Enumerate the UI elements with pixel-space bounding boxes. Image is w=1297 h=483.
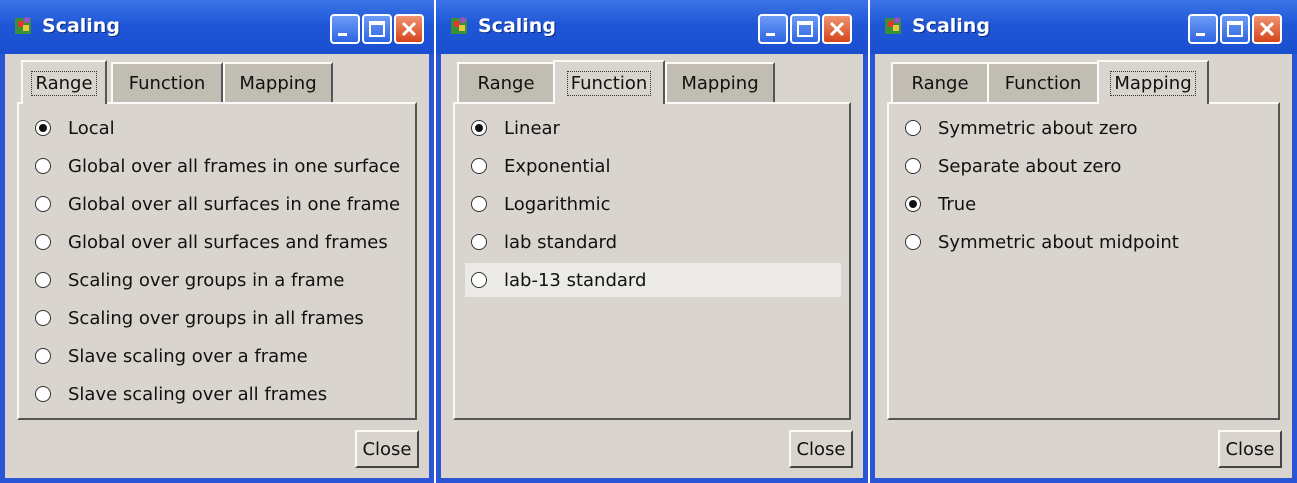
radio-button[interactable] <box>471 158 487 174</box>
tab-function[interactable]: Function <box>987 62 1099 102</box>
radio-button[interactable] <box>35 234 51 250</box>
radio-option[interactable]: Global over all surfaces and frames <box>29 225 407 259</box>
radio-option[interactable]: lab standard <box>465 225 841 259</box>
title-bar[interactable]: Scaling <box>0 0 434 54</box>
close-button[interactable]: Close <box>1218 430 1282 468</box>
radio-option[interactable]: Separate about zero <box>899 149 1270 183</box>
options-panel: Local Global over all frames in one surf… <box>17 102 417 420</box>
minimize-icon <box>1196 33 1205 36</box>
maximize-button[interactable] <box>790 14 820 44</box>
scaling-window-function: Scaling Range Function Mapping Linear Ex… <box>436 0 868 483</box>
minimize-button[interactable] <box>758 14 788 44</box>
tab-mapping[interactable]: Mapping <box>665 62 775 102</box>
radio-button[interactable] <box>471 120 487 136</box>
radio-option[interactable]: Symmetric about midpoint <box>899 225 1270 259</box>
radio-button[interactable] <box>35 272 51 288</box>
radio-option[interactable]: Symmetric about zero <box>899 111 1270 145</box>
scaling-window-range: Scaling Range Function Mapping Local Glo… <box>0 0 434 483</box>
tab-mapping[interactable]: Mapping <box>223 62 333 102</box>
radio-option[interactable]: Logarithmic <box>465 187 841 221</box>
close-button[interactable]: Close <box>789 430 853 468</box>
tab-function[interactable]: Function <box>553 60 665 104</box>
radio-option[interactable]: Scaling over groups in all frames <box>29 301 407 335</box>
minimize-button[interactable] <box>1188 14 1218 44</box>
options-panel: Linear Exponential Logarithmic lab stand… <box>453 102 851 420</box>
app-icon <box>885 17 901 34</box>
maximize-icon <box>369 21 385 37</box>
radio-button[interactable] <box>905 158 921 174</box>
minimize-icon <box>338 33 347 36</box>
radio-button[interactable] <box>35 310 51 326</box>
close-window-button[interactable] <box>822 14 852 44</box>
tab-strip: Range Function Mapping <box>883 60 1284 104</box>
radio-option[interactable]: Global over all frames in one surface <box>29 149 407 183</box>
radio-option[interactable]: Linear <box>465 111 841 145</box>
app-icon <box>451 17 467 34</box>
options-panel: Symmetric about zero Separate about zero… <box>887 102 1280 420</box>
radio-button[interactable] <box>905 196 921 212</box>
radio-button[interactable] <box>35 196 51 212</box>
title-bar[interactable]: Scaling <box>436 0 868 54</box>
scaling-window-mapping: Scaling Range Function Mapping Symmetric… <box>870 0 1297 483</box>
radio-option[interactable]: Slave scaling over all frames <box>29 377 407 411</box>
window-title: Scaling <box>42 15 120 37</box>
tab-function[interactable]: Function <box>111 62 223 102</box>
radio-option[interactable]: Slave scaling over a frame <box>29 339 407 373</box>
close-button[interactable]: Close <box>355 430 419 468</box>
maximize-icon <box>1227 21 1243 37</box>
radio-button[interactable] <box>35 348 51 364</box>
radio-option[interactable]: Scaling over groups in a frame <box>29 263 407 297</box>
maximize-icon <box>797 21 813 37</box>
dialog-body: Range Function Mapping Linear Exponentia… <box>441 54 863 478</box>
tab-strip: Range Function Mapping <box>13 60 421 104</box>
close-icon <box>1259 21 1275 37</box>
close-icon <box>829 21 845 37</box>
dialog-body: Range Function Mapping Symmetric about z… <box>875 54 1292 478</box>
minimize-button[interactable] <box>330 14 360 44</box>
radio-button[interactable] <box>35 386 51 402</box>
close-window-button[interactable] <box>394 14 424 44</box>
close-icon <box>401 21 417 37</box>
radio-option[interactable]: Exponential <box>465 149 841 183</box>
tab-range[interactable]: Range <box>457 62 555 102</box>
radio-button[interactable] <box>905 120 921 136</box>
maximize-button[interactable] <box>362 14 392 44</box>
radio-button[interactable] <box>471 234 487 250</box>
minimize-icon <box>766 33 775 36</box>
tab-range[interactable]: Range <box>891 62 989 102</box>
tab-strip: Range Function Mapping <box>449 60 855 104</box>
radio-button[interactable] <box>35 158 51 174</box>
radio-button[interactable] <box>471 272 487 288</box>
radio-option[interactable]: True <box>899 187 1270 221</box>
radio-button[interactable] <box>35 120 51 136</box>
maximize-button[interactable] <box>1220 14 1250 44</box>
tab-mapping[interactable]: Mapping <box>1097 60 1209 104</box>
window-title: Scaling <box>478 15 556 37</box>
window-title: Scaling <box>912 15 990 37</box>
radio-option[interactable]: Local <box>29 111 407 145</box>
close-window-button[interactable] <box>1252 14 1282 44</box>
radio-button[interactable] <box>471 196 487 212</box>
radio-option[interactable]: Global over all surfaces in one frame <box>29 187 407 221</box>
radio-option-hovered[interactable]: lab-13 standard <box>465 263 841 297</box>
app-icon <box>15 17 31 34</box>
radio-button[interactable] <box>905 234 921 250</box>
dialog-body: Range Function Mapping Local Global over… <box>5 54 429 478</box>
tab-range[interactable]: Range <box>21 60 107 104</box>
title-bar[interactable]: Scaling <box>870 0 1297 54</box>
